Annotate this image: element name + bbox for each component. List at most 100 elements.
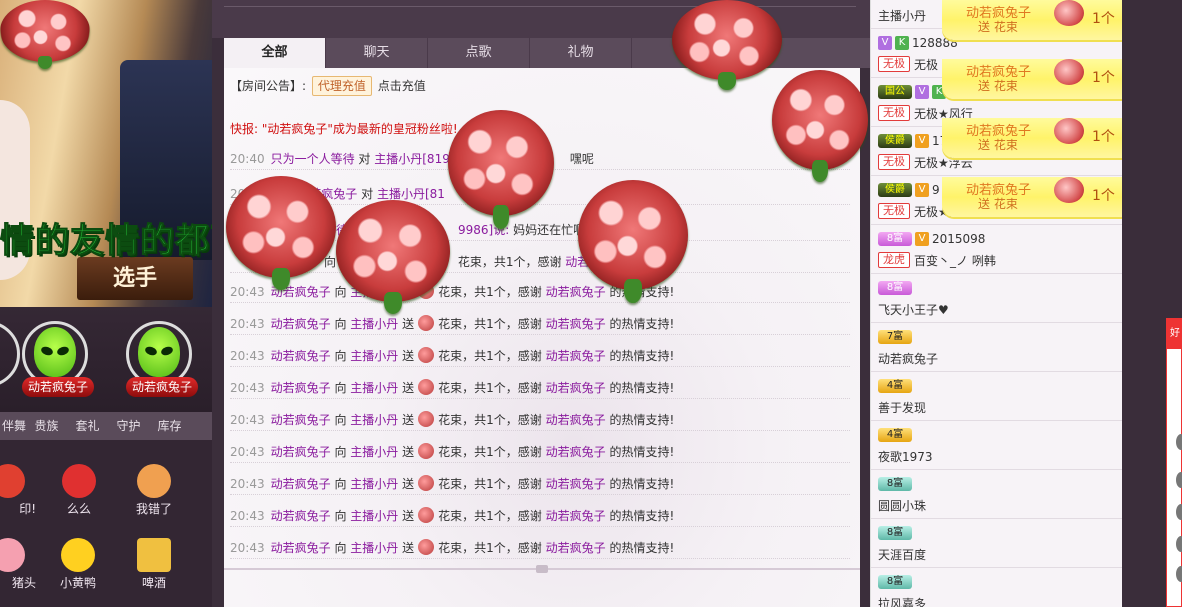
flower-gift-icon	[418, 379, 435, 395]
message-host[interactable]: 主播小丹	[350, 541, 398, 555]
side-popup[interactable]: 好	[1166, 318, 1182, 607]
flower-bouquet-icon	[0, 0, 90, 70]
gift-tab[interactable]: 套礼	[67, 412, 108, 440]
gift-tab[interactable]: 贵族	[26, 412, 67, 440]
user-name[interactable]: 飞天小王子♥	[878, 301, 949, 318]
user-level-badge: 侯爵	[878, 134, 912, 148]
side-popup-label: 好	[1167, 319, 1182, 349]
thanks-user[interactable]: 动若疯兔子	[546, 445, 606, 459]
user-id: 9	[932, 183, 940, 197]
thanks-user[interactable]: 动若疯兔子	[546, 381, 606, 395]
message-user[interactable]: 动若疯兔子	[271, 541, 331, 555]
message-user[interactable]: 动若疯兔子	[271, 349, 331, 363]
gift-desc: 送 花束	[978, 197, 1018, 211]
flower-bouquet-icon	[672, 0, 782, 90]
flower-gift-icon	[1054, 177, 1084, 203]
duck-icon	[61, 538, 95, 572]
message-host[interactable]: 主播小丹[819	[374, 152, 450, 166]
user-row[interactable]: 8富飞天小王子♥	[871, 274, 1123, 323]
message-host[interactable]: 主播小丹	[350, 509, 398, 523]
thanks-user[interactable]: 动若疯兔子	[546, 285, 606, 299]
user-name[interactable]: 夜歌1973	[878, 448, 933, 465]
video-badge: 选手	[77, 257, 193, 300]
user-row[interactable]: 8富 V 2015098 龙虎 百变丶_ノ 咧韩	[871, 225, 1123, 274]
user-name[interactable]: 圆圆小珠	[878, 497, 926, 514]
thanks-user[interactable]: 动若疯兔子	[546, 477, 606, 491]
user-name[interactable]: 善于发现	[878, 399, 926, 416]
gift-item[interactable]: 猪头	[0, 534, 38, 604]
tab-all[interactable]: 全部	[224, 38, 326, 68]
message-host[interactable]: 主播小丹[81	[377, 187, 445, 201]
agent-recharge-button[interactable]: 代理充值	[311, 76, 372, 96]
gift-count: 1个	[1092, 11, 1115, 27]
thanks-user[interactable]: 动若疯兔子	[546, 317, 606, 331]
user-level-badge: 侯爵	[878, 183, 912, 197]
gift-desc: 送 花束	[978, 138, 1018, 152]
gift-message: 20:43动若疯兔子 向 主播小丹 送花束，共1个，感谢 动若疯兔子 的热情支持…	[230, 441, 850, 463]
user-tag: 无极	[878, 56, 910, 72]
user-name[interactable]: 百变丶_ノ 咧韩	[914, 252, 996, 269]
thanks-user[interactable]: 动若疯兔子	[546, 413, 606, 427]
seat-2[interactable]: 动若疯兔子	[118, 321, 200, 403]
message-user[interactable]: 动若疯兔子	[271, 509, 331, 523]
gift-tabs: 伴舞 贵族 套礼 守护 库存	[0, 412, 212, 440]
gift-item[interactable]: 么么	[49, 460, 109, 530]
gift-count: 1个	[1092, 70, 1115, 86]
gift-item[interactable]: 小黄鸭	[48, 534, 108, 604]
message-user[interactable]: 动若疯兔子	[271, 381, 331, 395]
thanks-user[interactable]: 动若疯兔子	[546, 509, 606, 523]
gift-label: 小黄鸭	[59, 576, 96, 590]
gift-item[interactable]: 啤酒	[124, 534, 184, 604]
flower-bouquet-icon	[448, 110, 554, 229]
user-row[interactable]: 8富 天涯百度	[871, 519, 1123, 568]
user-name[interactable]: 主播小丹	[878, 7, 926, 24]
recharge-link[interactable]: 点击充值	[378, 79, 426, 93]
seat-1[interactable]: 动若疯兔子	[14, 321, 96, 403]
gift-item[interactable]: 我错了	[124, 460, 184, 530]
user-row[interactable]: 8富 拉风嘉多	[871, 568, 1123, 607]
user-row[interactable]: 4富 善于发现	[871, 372, 1123, 421]
thanks-user[interactable]: 动若疯兔子	[546, 349, 606, 363]
message-host[interactable]: 主播小丹	[350, 381, 398, 395]
message-host[interactable]: 主播小丹	[350, 413, 398, 427]
user-row[interactable]: 4富 夜歌1973	[871, 421, 1123, 470]
thanks-user[interactable]: 动若疯兔子	[546, 541, 606, 555]
user-level-badge: 8富	[878, 281, 912, 295]
user-tag: 无极	[878, 203, 910, 219]
message-user[interactable]: 动若疯兔子	[271, 445, 331, 459]
tab-song[interactable]: 点歌	[428, 38, 530, 68]
gift-message: 20:43动若疯兔子 向 主播小丹 送花束，共1个，感谢 动若疯兔子 的热情支持…	[230, 377, 850, 399]
side-dot	[1176, 536, 1182, 552]
user-row[interactable]: 7富动若疯兔子	[871, 323, 1123, 372]
user-name[interactable]: 天涯百度	[878, 546, 926, 563]
gift-tab[interactable]: 守护	[108, 412, 149, 440]
message-user[interactable]: 动若疯兔子	[271, 413, 331, 427]
user-name[interactable]: 动若疯兔子	[878, 350, 938, 367]
user-name[interactable]: 无极	[914, 56, 938, 73]
flash-news: 快报: "动若疯兔子"成为最新的皇冠粉丝啦!	[230, 122, 458, 136]
gift-label: 啤酒	[141, 576, 166, 590]
user-level-badge: 7富	[878, 330, 912, 344]
gift-label: 猪头	[11, 576, 36, 590]
gift-message: 20:43动若疯兔子 向 主播小丹 送花束，共1个，感谢 动若疯兔子 的热情支持…	[230, 409, 850, 431]
message-user[interactable]: 动若疯兔子	[271, 317, 331, 331]
gift-item[interactable]: 印!	[0, 460, 38, 530]
collapse-handle[interactable]	[536, 565, 548, 573]
message-user[interactable]: 动若疯兔子	[271, 477, 331, 491]
tab-gift[interactable]: 礼物	[530, 38, 632, 68]
message-user[interactable]: 只为一个人等待	[271, 152, 355, 166]
user-name[interactable]: 拉风嘉多	[878, 595, 926, 607]
user-row[interactable]: 8富圆圆小珠	[871, 470, 1123, 519]
message-host[interactable]: 主播小丹	[350, 445, 398, 459]
seat-name: 动若疯兔子	[126, 377, 198, 397]
message-host[interactable]: 主播小丹	[350, 477, 398, 491]
gift-icon	[0, 464, 25, 498]
flower-gift-icon	[418, 411, 435, 427]
gift-tab[interactable]: 伴舞	[0, 412, 26, 440]
message-host[interactable]: 主播小丹	[350, 349, 398, 363]
user-level-badge: 8富	[878, 477, 912, 491]
gift-desc: 送 花束	[978, 20, 1018, 34]
gift-tab[interactable]: 库存	[149, 412, 190, 440]
tab-chat[interactable]: 聊天	[326, 38, 428, 68]
message-host[interactable]: 主播小丹	[350, 317, 398, 331]
